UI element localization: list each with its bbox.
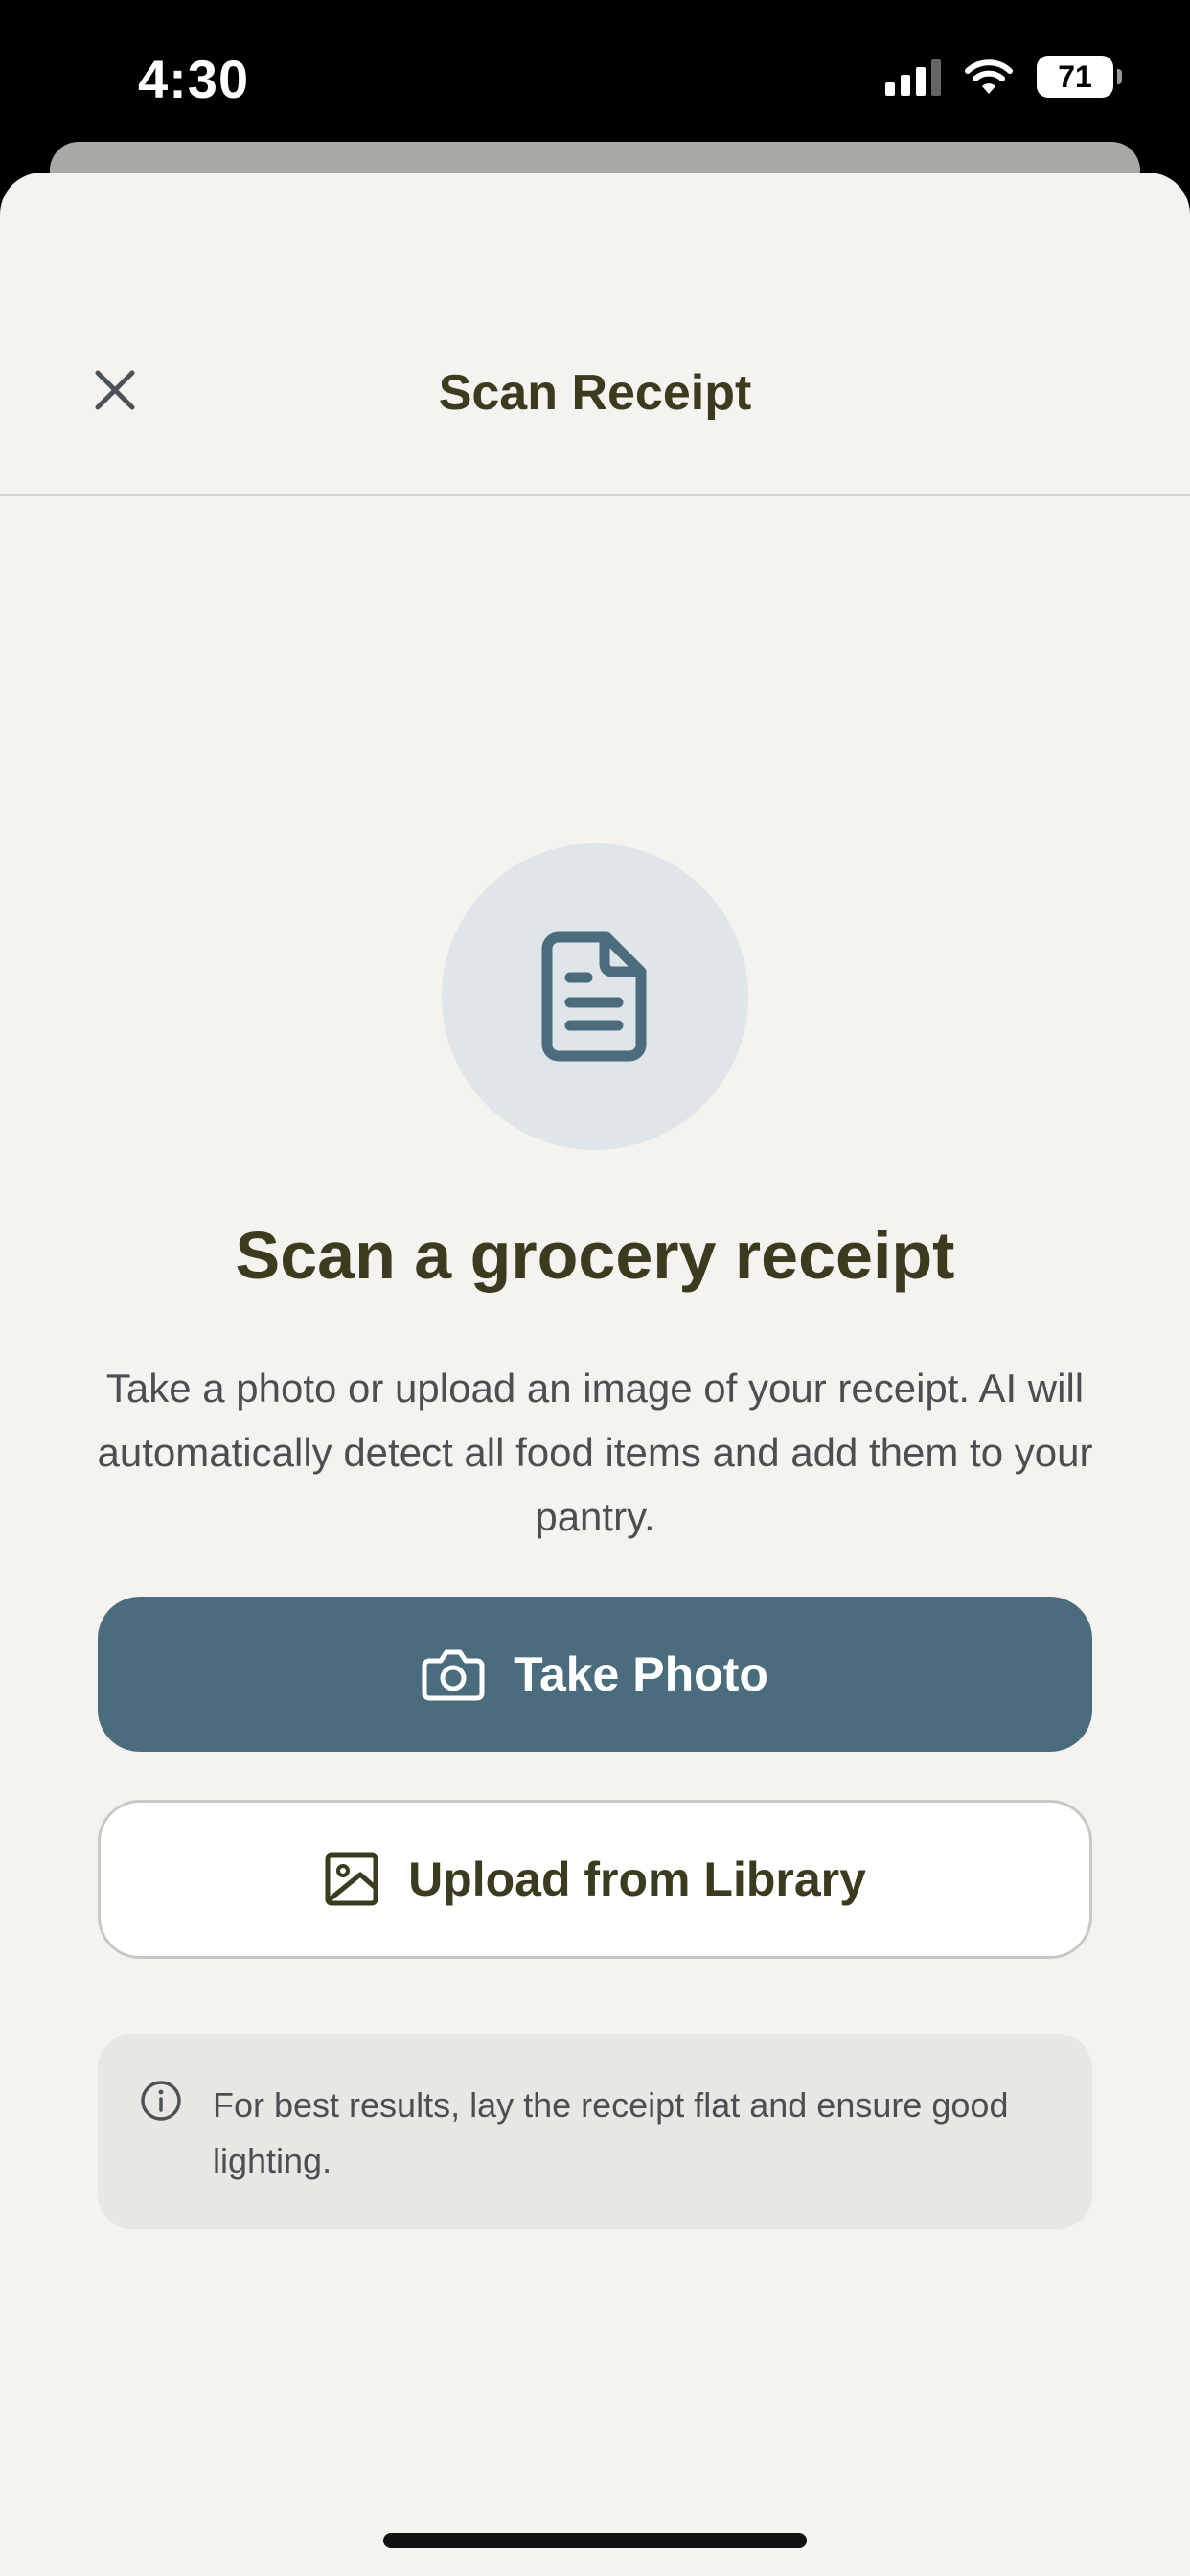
description-text: Take a photo or upload an image of your … (97, 1366, 1093, 1539)
sheet-header: Scan Receipt (0, 172, 1190, 496)
info-icon (141, 2081, 181, 2121)
upload-from-library-button[interactable]: Upload from Library (98, 1800, 1092, 1959)
battery-indicator: 71 (1037, 56, 1122, 98)
image-icon (325, 1852, 378, 1906)
wifi-icon (965, 59, 1013, 94)
tip-text: For best results, lay the receipt flat a… (213, 2085, 1009, 2180)
main-heading: Scan a grocery receipt (235, 1218, 955, 1293)
home-indicator[interactable] (383, 2533, 807, 2548)
battery-level: 71 (1058, 58, 1092, 94)
upload-from-library-label: Upload from Library (408, 1852, 866, 1906)
status-icons: 71 (885, 56, 1122, 98)
scan-receipt-sheet: Scan Receipt Scan a grocery receipt Take… (0, 172, 1190, 2576)
take-photo-label: Take Photo (514, 1647, 768, 1701)
document-icon (541, 932, 647, 1062)
tip-box: For best results, lay the receipt flat a… (98, 2034, 1092, 2229)
take-photo-button[interactable]: Take Photo (98, 1597, 1092, 1752)
cellular-signal-icon (885, 58, 941, 96)
status-time: 4:30 (138, 49, 250, 109)
page-title: Scan Receipt (438, 365, 752, 421)
camera-icon (422, 1649, 485, 1701)
status-bar: 4:30 71 (0, 0, 1190, 144)
receipt-icon-circle (442, 843, 748, 1150)
